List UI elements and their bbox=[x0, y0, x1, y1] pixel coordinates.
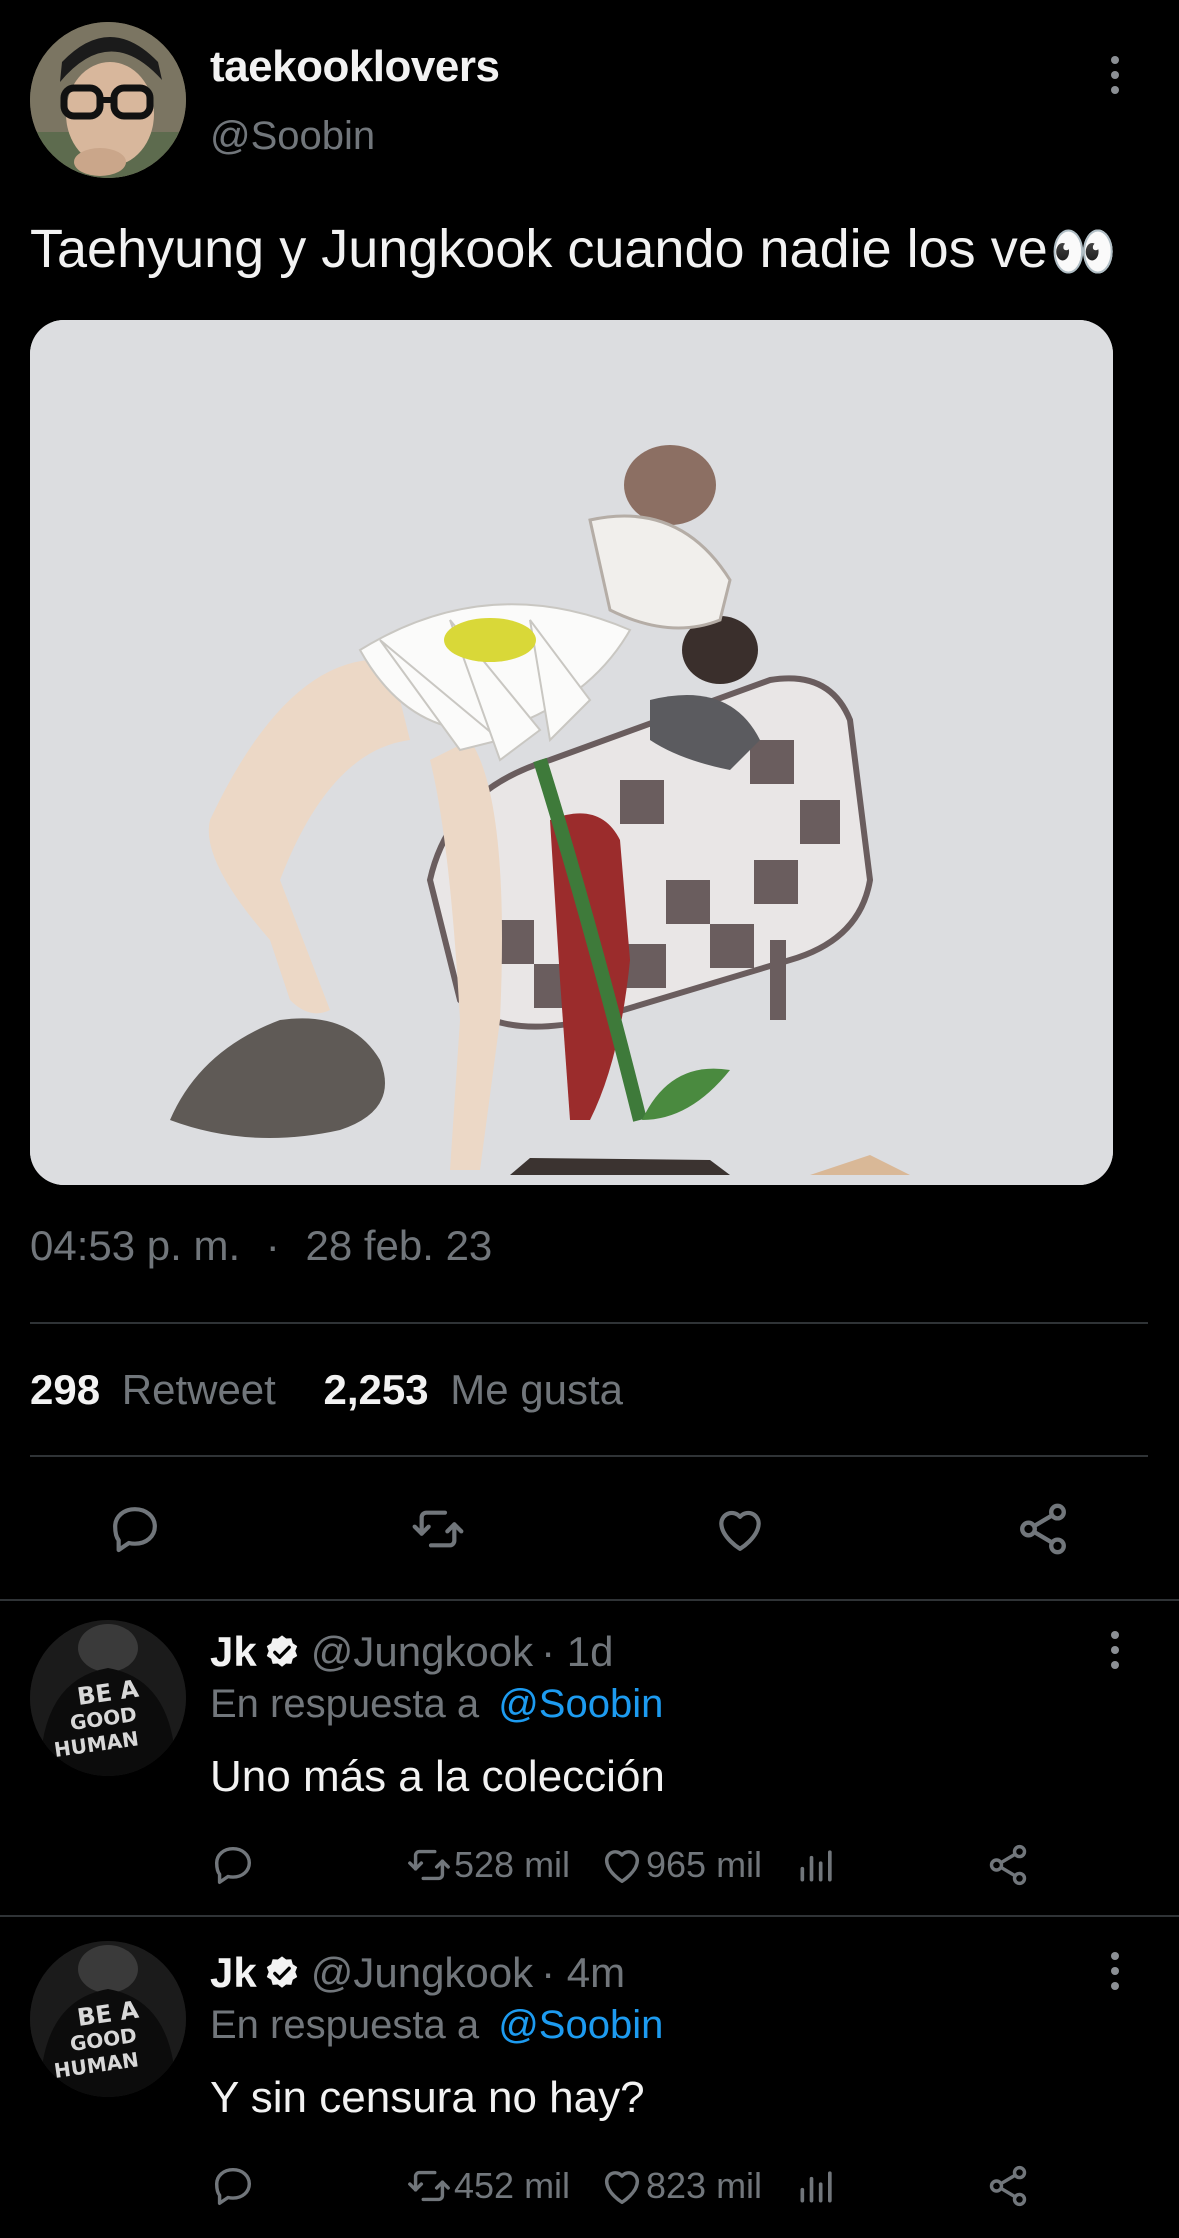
tweet-stats: 298 Retweet 2,253 Me gusta bbox=[30, 1366, 623, 1414]
reply-time: · 1d bbox=[541, 1628, 614, 1675]
reply-header: Jk @Jungkook · 4m bbox=[210, 1949, 625, 1997]
verified-badge-icon bbox=[263, 1633, 301, 1671]
tweet-time: 04:53 p. m. bbox=[30, 1222, 241, 1269]
replying-to-handle[interactable]: @Soobin bbox=[498, 2003, 663, 2047]
reply-author-name[interactable]: Jk bbox=[210, 1628, 257, 1676]
reply-author-avatar[interactable]: BE A GOOD HUMAN bbox=[30, 1941, 186, 2097]
more-options-icon[interactable] bbox=[1100, 1625, 1130, 1675]
divider bbox=[30, 1455, 1148, 1457]
share-icon[interactable] bbox=[985, 2163, 1031, 2209]
retweet-icon bbox=[408, 1849, 450, 1881]
divider bbox=[0, 1599, 1179, 1601]
more-options-icon[interactable] bbox=[1100, 1946, 1130, 1996]
eyes-emoji-icon: 👀 bbox=[1049, 222, 1117, 283]
reply-author-avatar[interactable]: BE A GOOD HUMAN bbox=[30, 1620, 186, 1776]
divider bbox=[30, 1322, 1148, 1324]
replying-to: En respuesta a @Soobin bbox=[210, 2003, 663, 2048]
reply-text: Y sin censura no hay? bbox=[210, 2073, 645, 2122]
like-action[interactable]: 965 mil bbox=[598, 1842, 762, 1888]
author-handle[interactable]: @Soobin bbox=[210, 114, 375, 159]
share-icon[interactable] bbox=[985, 1842, 1031, 1888]
reply-time: · 4m bbox=[541, 1949, 626, 1996]
likes-stat[interactable]: 2,253 Me gusta bbox=[324, 1366, 624, 1413]
reply-author-name[interactable]: Jk bbox=[210, 1949, 257, 1997]
likes-label: Me gusta bbox=[450, 1366, 624, 1413]
retweet-icon[interactable] bbox=[403, 1494, 473, 1564]
replying-to-label: En respuesta a bbox=[210, 1682, 480, 1726]
retweets-label: Retweet bbox=[121, 1366, 276, 1413]
like-action[interactable]: 823 mil bbox=[598, 2163, 762, 2209]
replying-to-label: En respuesta a bbox=[210, 2003, 480, 2047]
timestamp-separator: · bbox=[265, 1222, 280, 1269]
like-count: 823 mil bbox=[646, 2165, 763, 2206]
tweet-media-image[interactable] bbox=[30, 320, 1113, 1185]
tweet-date: 28 feb. 23 bbox=[305, 1222, 493, 1269]
retweet-icon bbox=[408, 2170, 450, 2202]
retweet-count: 528 mil bbox=[454, 1844, 571, 1885]
retweets-count: 298 bbox=[30, 1366, 101, 1413]
retweet-action[interactable]: 452 mil bbox=[404, 2163, 570, 2209]
like-count: 965 mil bbox=[646, 1844, 763, 1885]
like-icon bbox=[604, 2171, 640, 2205]
views-icon[interactable] bbox=[795, 2163, 839, 2209]
tweet-timestamp[interactable]: 04:53 p. m. · 28 feb. 23 bbox=[30, 1222, 492, 1270]
reply-icon[interactable] bbox=[100, 1494, 170, 1564]
more-options-icon[interactable] bbox=[1100, 50, 1130, 100]
replying-to: En respuesta a @Soobin bbox=[210, 1682, 663, 1727]
reply-header: Jk @Jungkook · 1d bbox=[210, 1628, 614, 1676]
retweet-count: 452 mil bbox=[454, 2165, 571, 2206]
verified-badge-icon bbox=[263, 1954, 301, 1992]
retweets-stat[interactable]: 298 Retweet bbox=[30, 1366, 288, 1413]
tweet-text-body: Taehyung y Jungkook cuando nadie los ve bbox=[30, 219, 1048, 279]
reply-text: Uno más a la colección bbox=[210, 1752, 665, 1801]
reply-author-handle[interactable]: @Jungkook bbox=[311, 1628, 533, 1676]
author-name[interactable]: taekooklovers bbox=[210, 42, 500, 92]
reply-icon[interactable] bbox=[210, 1842, 256, 1888]
author-avatar[interactable] bbox=[30, 22, 186, 178]
reply-icon[interactable] bbox=[210, 2163, 256, 2209]
share-icon[interactable] bbox=[1008, 1494, 1078, 1564]
tweet-text: Taehyung y Jungkook cuando nadie los ve👀 bbox=[30, 218, 1117, 284]
like-icon[interactable] bbox=[705, 1494, 775, 1564]
retweet-action[interactable]: 528 mil bbox=[404, 1842, 570, 1888]
replying-to-handle[interactable]: @Soobin bbox=[498, 1682, 663, 1726]
reply-author-handle[interactable]: @Jungkook bbox=[311, 1949, 533, 1997]
likes-count: 2,253 bbox=[323, 1366, 429, 1413]
views-icon[interactable] bbox=[795, 1842, 839, 1888]
divider bbox=[0, 1915, 1179, 1917]
like-icon bbox=[604, 1850, 640, 1884]
